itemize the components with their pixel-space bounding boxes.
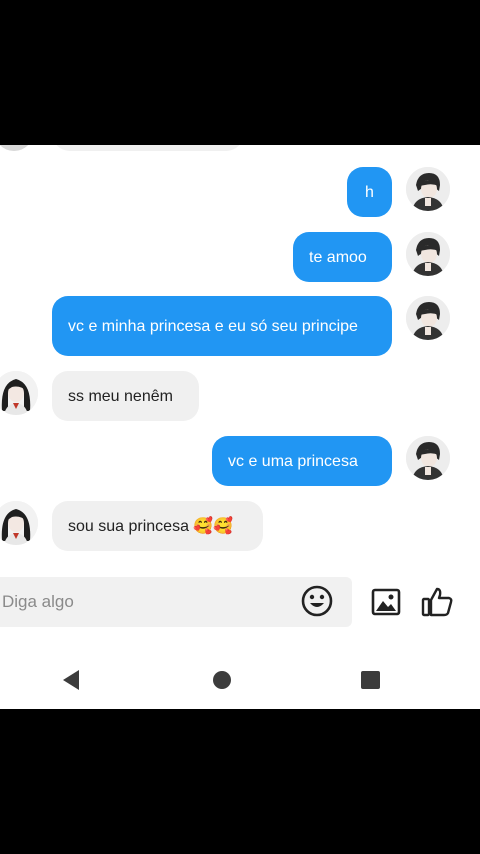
back-triangle-icon[interactable]	[62, 670, 80, 695]
message-input-placeholder: Diga algo	[2, 592, 74, 611]
my-avatar[interactable]	[406, 232, 450, 276]
recent-square-icon[interactable]	[361, 671, 380, 689]
my-avatar[interactable]	[406, 436, 450, 480]
message-text: vc e uma princesa	[228, 452, 358, 470]
my-message-bubble[interactable]: h	[347, 167, 392, 217]
contact-avatar[interactable]	[0, 145, 34, 151]
chat-screen: h te amoo vc e minha princesa e eu só se…	[0, 145, 480, 709]
message-text: sou sua princesa 🥰🥰	[68, 517, 234, 535]
my-message-bubble[interactable]: te amoo	[293, 232, 392, 282]
thumbs-up-icon[interactable]	[420, 585, 454, 619]
home-circle-icon[interactable]	[213, 671, 231, 689]
message-bubble-clipped	[52, 145, 244, 151]
message-text: h	[365, 183, 374, 201]
contact-avatar[interactable]	[0, 371, 38, 415]
system-navigation-bar	[0, 645, 480, 709]
contact-avatar[interactable]	[0, 501, 38, 545]
message-text: te amoo	[309, 248, 367, 266]
my-message-bubble[interactable]: vc e minha princesa e eu só seu principe	[52, 296, 392, 356]
their-message-bubble[interactable]: ss meu nenêm	[52, 371, 199, 421]
my-avatar[interactable]	[406, 167, 450, 211]
image-icon[interactable]	[370, 587, 402, 617]
my-message-bubble[interactable]: vc e uma princesa	[212, 436, 392, 486]
my-avatar[interactable]	[406, 296, 450, 340]
smiley-icon[interactable]	[300, 584, 334, 618]
message-text: vc e minha princesa e eu só seu principe	[68, 317, 358, 335]
their-message-bubble[interactable]: sou sua princesa 🥰🥰	[52, 501, 263, 551]
message-text: ss meu nenêm	[68, 387, 173, 405]
